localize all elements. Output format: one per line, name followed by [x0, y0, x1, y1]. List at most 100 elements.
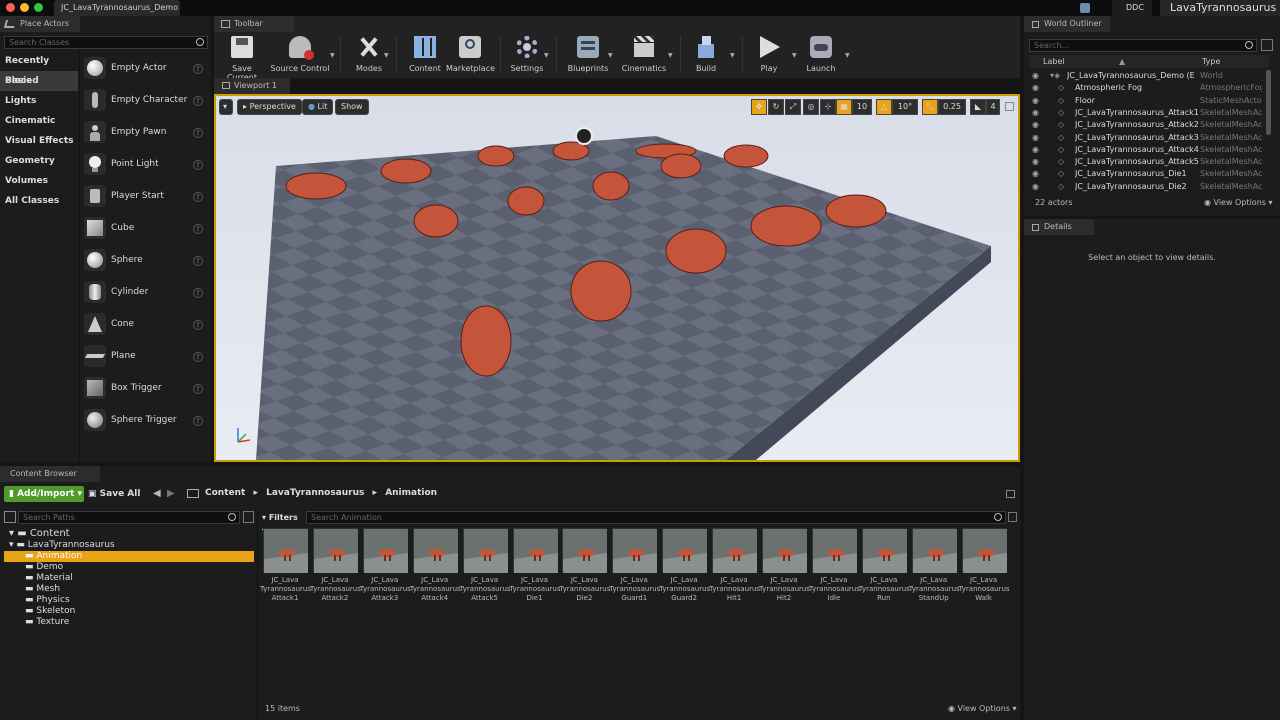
maximize-viewport-icon[interactable] — [1005, 102, 1014, 111]
modes-button[interactable]: Modes — [350, 34, 388, 74]
actor-item-empty-pawn[interactable]: Empty Pawn? — [82, 119, 209, 149]
help-icon[interactable]: ? — [193, 416, 203, 426]
build-dropdown-icon[interactable]: ▼ — [730, 52, 735, 59]
cinematics-button[interactable]: Cinematics — [620, 34, 668, 74]
cinematics-dropdown-icon[interactable]: ▼ — [668, 52, 673, 59]
actor-item-box-trigger[interactable]: Box Trigger? — [82, 375, 209, 405]
launch-dropdown-icon[interactable]: ▼ — [845, 52, 850, 59]
scale-snap-icon[interactable]: ⤡ — [922, 99, 938, 115]
visibility-eye-icon[interactable]: ◉ — [1032, 156, 1039, 168]
maximize-window-button[interactable] — [34, 3, 43, 12]
category-geometry[interactable]: Geometry — [0, 151, 78, 171]
minimize-window-button[interactable] — [20, 3, 29, 12]
visibility-eye-icon[interactable]: ◉ — [1032, 70, 1039, 82]
viewport[interactable] — [214, 94, 1020, 462]
tree-physics[interactable]: ▬ Physics — [25, 595, 70, 606]
translate-mode-icon[interactable]: ✥ — [751, 99, 767, 115]
play-button[interactable]: Play — [750, 34, 788, 74]
column-label[interactable]: Label — [1043, 55, 1065, 68]
asset-tile[interactable]: JC_Lava Tyrannosaurus Hit2 — [759, 528, 810, 603]
tree-animation[interactable]: ▬ Animation — [4, 551, 254, 562]
tree-lavatyrannosaurus[interactable]: ▾ ▬ LavaTyrannosaurus — [9, 540, 115, 551]
category-all-classes[interactable]: All Classes — [0, 191, 78, 211]
actor-item-player-start[interactable]: Player Start? — [82, 183, 209, 213]
tree-mesh[interactable]: ▬ Mesh — [25, 584, 60, 595]
tree-texture[interactable]: ▬ Texture — [25, 617, 69, 628]
content-browser-tab[interactable]: Content Browser — [0, 466, 100, 482]
perspective-button[interactable]: ▸ Perspective — [237, 99, 302, 115]
outliner-row[interactable]: ◉ ▾◈ JC_LavaTyrannosaurus_Demo (Edito World — [1030, 70, 1270, 82]
category-volumes[interactable]: Volumes — [0, 171, 78, 191]
outliner-settings-icon[interactable] — [1261, 39, 1273, 51]
launch-button[interactable]: Launch — [802, 34, 840, 74]
asset-tile[interactable]: JC_Lava Tyrannosaurus Attack4 — [410, 528, 461, 603]
help-icon[interactable]: ? — [193, 384, 203, 394]
notification-icon[interactable] — [1080, 3, 1090, 13]
paths-settings-icon[interactable] — [243, 511, 254, 523]
search-classes-input[interactable]: Search Classes — [4, 36, 208, 49]
outliner-view-options[interactable]: ◉ View Options ▾ — [1204, 198, 1273, 207]
visibility-eye-icon[interactable]: ◉ — [1032, 144, 1039, 156]
category-lights[interactable]: Lights — [0, 91, 78, 111]
asset-tile[interactable]: JC_Lava Tyrannosaurus Run — [859, 528, 910, 603]
camera-speed-value[interactable]: 4 — [986, 99, 1000, 115]
rotation-snap-value[interactable]: 10° — [892, 99, 918, 115]
breadcrumb-content[interactable]: Content — [205, 488, 245, 498]
save-all-button[interactable]: ▣ Save All — [88, 486, 144, 502]
ddc-indicator[interactable]: DDC — [1112, 0, 1152, 16]
play-dropdown-icon[interactable]: ▼ — [792, 52, 797, 59]
source-control-dropdown-icon[interactable]: ▼ — [330, 52, 335, 59]
help-icon[interactable]: ? — [193, 288, 203, 298]
asset-tile[interactable]: JC_Lava Tyrannosaurus StandUp — [909, 528, 960, 603]
visibility-eye-icon[interactable]: ◉ — [1032, 168, 1039, 180]
camera-speed-icon[interactable]: ◣ — [970, 99, 986, 115]
help-icon[interactable]: ? — [193, 256, 203, 266]
outliner-row[interactable]: ◉ ◇ JC_LavaTyrannosaurus_Attack2 SkeletalMe… — [1030, 119, 1270, 131]
actor-item-cylinder[interactable]: Cylinder? — [82, 279, 209, 309]
visibility-eye-icon[interactable]: ◉ — [1032, 119, 1039, 131]
rotation-snap-icon[interactable]: △ — [876, 99, 892, 115]
content-view-options[interactable]: ◉ View Options ▾ — [948, 704, 1017, 713]
help-icon[interactable]: ? — [193, 320, 203, 330]
asset-settings-icon[interactable] — [1008, 512, 1017, 522]
scale-mode-icon[interactable]: ⤢ — [785, 99, 801, 115]
add-import-button[interactable]: ▮ Add/Import ▾ — [4, 486, 84, 502]
tree-skeleton[interactable]: ▬ Skeleton — [25, 606, 75, 617]
asset-tile[interactable]: JC_Lava Tyrannosaurus Guard2 — [659, 528, 710, 603]
asset-tile[interactable]: JC_Lava Tyrannosaurus Attack1 — [260, 528, 311, 603]
settings-button[interactable]: Settings — [506, 34, 548, 74]
viewport-options-button[interactable]: ▾ — [219, 99, 233, 115]
help-icon[interactable]: ? — [193, 128, 203, 138]
actor-item-point-light[interactable]: Point Light? — [82, 151, 209, 181]
outliner-row[interactable]: ◉ ◇ JC_LavaTyrannosaurus_Attack4 SkeletalMe… — [1030, 144, 1270, 156]
actor-item-empty-character[interactable]: Empty Character? — [82, 87, 209, 117]
category-visual-effects[interactable]: Visual Effects — [0, 131, 78, 151]
outliner-row[interactable]: ◉ ◇ Floor StaticMeshActor — [1030, 95, 1270, 107]
breadcrumb-lavatyrannosaurus[interactable]: LavaTyrannosaurus — [266, 488, 364, 498]
visibility-eye-icon[interactable]: ◉ — [1032, 82, 1039, 94]
surface-snap-icon[interactable]: ⊹ — [820, 99, 836, 115]
source-control-button[interactable]: Source Control — [270, 34, 330, 74]
tree-demo[interactable]: ▬ Demo — [25, 562, 63, 573]
asset-tile[interactable]: JC_Lava Tyrannosaurus Walk — [959, 528, 1010, 603]
column-type[interactable]: Type — [1202, 55, 1220, 68]
help-icon[interactable]: ? — [193, 352, 203, 362]
tree-content[interactable]: ▾ ▬ Content — [9, 528, 70, 539]
asset-tile[interactable]: JC_Lava Tyrannosaurus Idle — [809, 528, 860, 603]
tree-material[interactable]: ▬ Material — [25, 573, 73, 584]
close-window-button[interactable] — [6, 3, 15, 12]
visibility-eye-icon[interactable]: ◉ — [1032, 107, 1039, 119]
show-button[interactable]: Show — [335, 99, 369, 115]
help-icon[interactable]: ? — [193, 192, 203, 202]
category-basic[interactable]: Basic — [0, 71, 78, 91]
outliner-search-input[interactable]: Search... — [1029, 39, 1257, 52]
visibility-eye-icon[interactable]: ◉ — [1032, 132, 1039, 144]
help-icon[interactable]: ? — [193, 160, 203, 170]
outliner-row[interactable]: ◉ ◇ JC_LavaTyrannosaurus_Die2 SkeletalMeshA… — [1030, 181, 1270, 193]
forward-arrow-icon[interactable]: ▶ — [167, 488, 175, 499]
lock-icon[interactable] — [1006, 490, 1015, 498]
breadcrumb-animation[interactable]: Animation — [385, 488, 437, 498]
save-current-button[interactable]: Save Current — [218, 34, 266, 82]
actor-item-empty-actor[interactable]: Empty Actor? — [82, 55, 209, 85]
blueprints-dropdown-icon[interactable]: ▼ — [608, 52, 613, 59]
